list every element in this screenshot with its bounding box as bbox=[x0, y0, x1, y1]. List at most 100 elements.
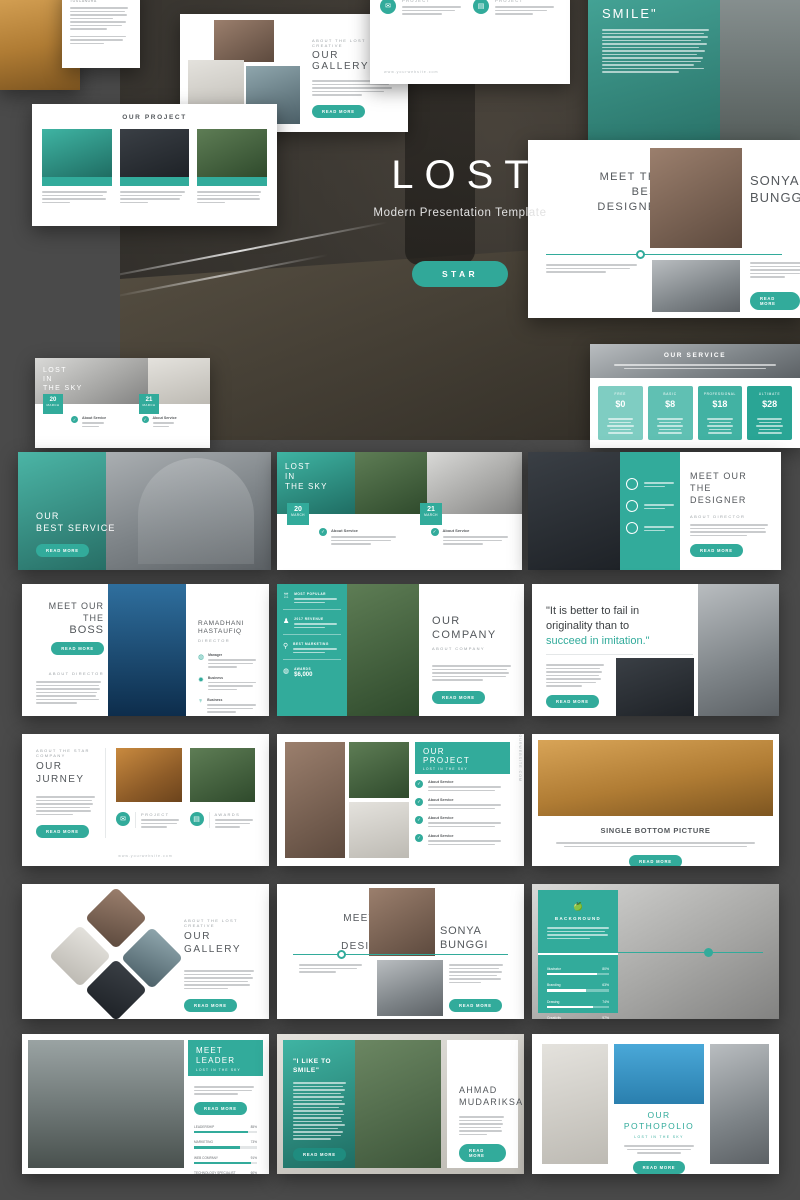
skill-bar: Branding 63% bbox=[547, 983, 609, 992]
smile-button[interactable]: READ MORE bbox=[293, 1147, 346, 1161]
slide-quote[interactable]: "It is better to fail in originality tha… bbox=[532, 584, 779, 716]
target-icon bbox=[626, 500, 638, 512]
timeline-dot bbox=[337, 950, 346, 959]
presentation-template-preview: LOST Modern Presentation Template STAR M… bbox=[0, 0, 800, 1200]
portfolio-title-1: OUR bbox=[647, 1110, 671, 1120]
boss-name-1: RAMADHANI bbox=[198, 620, 245, 627]
designer-bottom-button[interactable]: READ MORE bbox=[449, 999, 502, 1012]
designer-mid-title-2: THE bbox=[690, 483, 712, 493]
hero-title: LOST bbox=[391, 153, 540, 197]
badge-icon bbox=[626, 478, 638, 490]
slide-skills[interactable]: 🍏 BACKGROUND Illustrator 80% Branding 63% … bbox=[532, 884, 779, 1019]
boss-feature-label: Manager bbox=[208, 653, 223, 657]
sky-mid-title-3: THE SKY bbox=[285, 482, 328, 491]
sky-mid-item-2: About Service bbox=[442, 528, 470, 533]
designer-bottom-name-1: SONYA bbox=[440, 925, 482, 937]
pin-icon: ◍ bbox=[198, 654, 205, 661]
rocket-icon: ⚲ bbox=[283, 643, 289, 650]
boss-title-2: THE bbox=[83, 613, 104, 623]
company-stat: ◍ AWARDS $6,000 bbox=[283, 667, 313, 678]
check-icon: ✓ bbox=[415, 798, 423, 806]
slide-company[interactable]: ♖ MOST POPULAR ♟ 2017 REVENUE ⚲ BEST MAR… bbox=[277, 584, 524, 716]
slide-portfolio[interactable]: OUR POTHOPOLIO LOST IN THE SKY READ MORE bbox=[532, 1034, 779, 1174]
date-badge-2: 21 MARCH bbox=[420, 503, 442, 525]
single-bottom-title: SINGLE BOTTOM PICTURE bbox=[600, 826, 711, 835]
project-item: ✓ About Service bbox=[415, 780, 506, 791]
company-button[interactable]: READ MORE bbox=[432, 690, 485, 704]
star-icon bbox=[626, 522, 638, 534]
leader-bar: MARKETING 73% bbox=[194, 1140, 257, 1149]
quote-button[interactable]: READ MORE bbox=[546, 695, 599, 708]
journey-card-1-label: PROJECT bbox=[141, 812, 170, 817]
journey-watermark: www.yourwebsite.com bbox=[118, 854, 173, 858]
quote-line-3: succeed in imitation." bbox=[546, 635, 650, 647]
slide-project[interactable]: OUR PROJECT LOST IN THE SKY ✓ About Serv… bbox=[277, 734, 524, 866]
check-icon: ✓ bbox=[415, 834, 423, 842]
boss-button[interactable]: READ MORE bbox=[51, 642, 104, 655]
hero-cta-button[interactable]: STAR bbox=[411, 261, 509, 287]
journey-button[interactable]: READ MORE bbox=[36, 825, 89, 838]
smile-button-2[interactable]: READ MORE bbox=[459, 1144, 506, 1162]
project-item: ✓ About Service bbox=[415, 834, 506, 845]
best-service-title-1: OUR bbox=[36, 511, 60, 521]
gallery-title-1: OUR bbox=[184, 931, 212, 942]
designer-bottom-name-2: BUNGGI bbox=[440, 939, 489, 951]
check-icon: ✓ bbox=[430, 528, 439, 536]
boss-role: DIRECTOR bbox=[198, 638, 231, 643]
leader-button[interactable]: READ MORE bbox=[194, 1101, 247, 1115]
user-icon: ♟ bbox=[283, 618, 290, 625]
skill-bar: Drawing 74% bbox=[547, 1000, 609, 1008]
designer-mid-kicker: ABOUT DIRECTOR bbox=[690, 514, 746, 519]
boss-feature-label: Business bbox=[207, 698, 223, 702]
smile-title-1: "I LIKE TO bbox=[293, 1058, 332, 1065]
best-service-title-2: BEST SERVICE bbox=[36, 523, 116, 533]
slide-gallery[interactable]: ABOUT THE LOST CREATIVE OUR GALLERY READ… bbox=[22, 884, 269, 1019]
slide-designer-mid[interactable]: MEET OUR THE DESIGNER ABOUT DIRECTOR REA… bbox=[528, 452, 781, 570]
journey-card-2-label: AWARDS bbox=[214, 812, 241, 817]
slide-single-bottom[interactable]: SINGLE BOTTOM PICTURE READ MORE bbox=[532, 734, 779, 866]
designer-mid-title-3: DESIGNER bbox=[690, 495, 747, 505]
gallery-button[interactable]: READ MORE bbox=[184, 999, 237, 1012]
portfolio-title-2: POTHOPOLIO bbox=[623, 1121, 695, 1131]
hero-subtitle: Modern Presentation Template bbox=[373, 207, 547, 219]
slide-smile[interactable]: "I LIKE TO SMILE" READ MORE AHMAD MUDARI… bbox=[277, 1034, 524, 1174]
portfolio-button[interactable]: READ MORE bbox=[632, 1160, 686, 1174]
skills-title: BACKGROUND bbox=[554, 916, 602, 921]
sky-mid-title-2: IN bbox=[285, 472, 296, 481]
best-service-button[interactable]: READ MORE bbox=[36, 544, 89, 557]
slide-sky-mid[interactable]: LOST IN THE SKY 20 MARCH 21 MARCH ✓ Abou… bbox=[277, 452, 522, 570]
project-item: ✓ About Service bbox=[415, 816, 506, 827]
slide-best-service[interactable]: OUR BEST SERVICE READ MORE bbox=[18, 452, 271, 570]
leader-subtitle: LOST IN THE SKY bbox=[196, 1068, 241, 1072]
project-subtitle: LOST IN THE SKY bbox=[423, 767, 468, 771]
award-icon: ◍ bbox=[283, 668, 290, 675]
timeline-dot bbox=[704, 948, 713, 957]
boss-kicker: ABOUT DIRECTOR bbox=[48, 671, 104, 676]
gallery-kicker: ABOUT THE LOST CREATIVE bbox=[184, 918, 238, 928]
boss-title-3: BOSS bbox=[69, 624, 104, 636]
company-kicker: ABOUT COMPANY bbox=[432, 646, 485, 651]
sky-mid-title-1: LOST bbox=[285, 462, 311, 471]
smile-title-2: SMILE" bbox=[293, 1066, 320, 1074]
designer-mid-button[interactable]: READ MORE bbox=[690, 544, 743, 557]
boss-feature-label: Business bbox=[207, 675, 223, 680]
project-card[interactable] bbox=[42, 129, 112, 203]
project-title-1: OUR bbox=[423, 747, 445, 756]
quote-line-1: "It is better to fail in bbox=[546, 605, 640, 617]
calendar-icon: ▤ bbox=[189, 812, 204, 826]
trophy-icon: ♖ bbox=[283, 593, 290, 600]
smile-name-2: MUDARIKSA bbox=[459, 1097, 524, 1107]
slide-boss[interactable]: MEET OUR THE BOSS READ MORE ABOUT DIRECT… bbox=[22, 584, 269, 716]
company-title-2: COMPANY bbox=[432, 629, 497, 641]
sky-left-item-1: About Service bbox=[82, 416, 107, 420]
skill-bar: Illustrator 80% bbox=[547, 967, 609, 975]
check-icon: ✓ bbox=[71, 416, 78, 423]
hero-slide: LOST Modern Presentation Template STAR bbox=[120, 0, 800, 440]
company-stat: ♖ MOST POPULAR bbox=[283, 592, 341, 610]
slide-designer-bottom[interactable]: MEET THE BEST DESIGNER SONYA BUNGGI READ… bbox=[277, 884, 524, 1019]
sky-mid-item-1: About Service bbox=[331, 528, 358, 533]
slide-journey[interactable]: ABOUT THE STAR COMPANY OUR JURNEY READ M… bbox=[22, 734, 269, 866]
slide-leader[interactable]: MEET LEADER LOST IN THE SKY READ MORE LE… bbox=[22, 1034, 269, 1174]
sky-left-title-3: THE SKY bbox=[43, 385, 83, 392]
single-bottom-button[interactable]: READ MORE bbox=[629, 855, 682, 866]
